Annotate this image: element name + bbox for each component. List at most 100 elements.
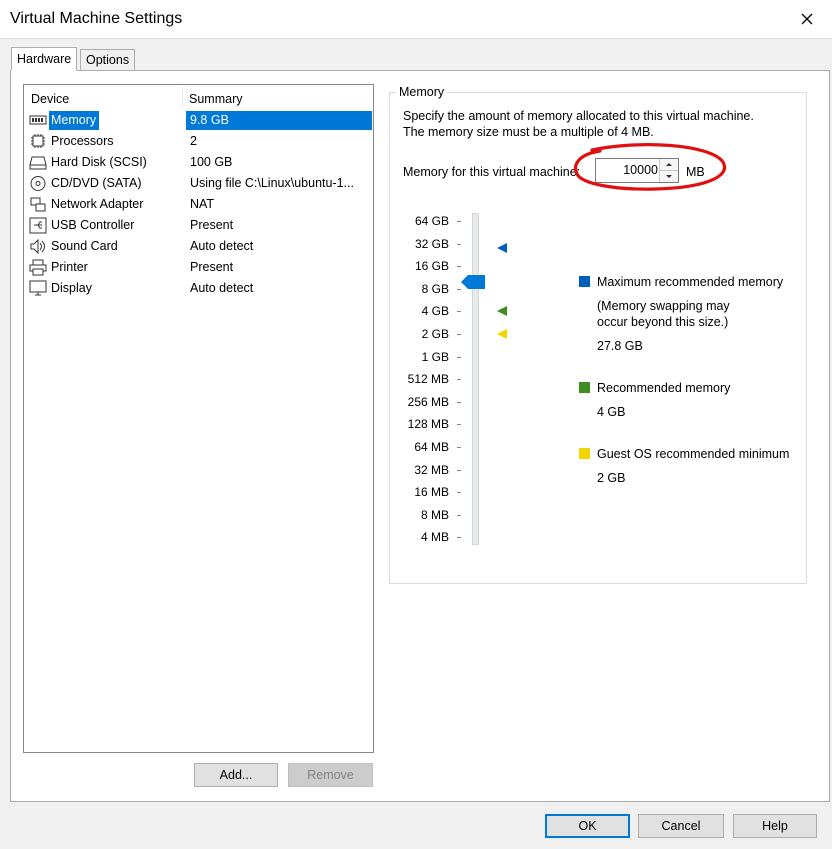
- scale-tick: [457, 492, 461, 494]
- device-summary: 9.8 GB: [186, 111, 372, 130]
- scale-tick: [457, 221, 461, 222]
- memory-description-line2: The memory size must be a multiple of 4 …: [403, 125, 654, 139]
- legend-max-note-line2: occur beyond this size.): [597, 315, 729, 329]
- legend-recommended-value: 4 GB: [597, 405, 626, 419]
- legend-max-label: Maximum recommended memory: [597, 275, 784, 289]
- device-row-sound-card[interactable]: Sound Card Auto detect: [28, 236, 372, 257]
- legend-swatch-max: [579, 276, 590, 287]
- scale-label: 64 GB: [414, 214, 449, 228]
- scale-label: 1 GB: [421, 349, 449, 364]
- speaker-icon: [30, 238, 45, 255]
- device-name: Network Adapter: [51, 197, 144, 211]
- network-adapter-icon: [30, 197, 46, 212]
- column-header-device[interactable]: Device: [31, 92, 69, 106]
- scale-tick: [457, 447, 461, 448]
- scale-label: 128 MB: [407, 417, 449, 432]
- scale-tick: [457, 537, 461, 539]
- device-summary: Auto detect: [190, 281, 254, 295]
- device-name: USB Controller: [51, 218, 135, 232]
- legend-swatch-guest-min: [579, 448, 590, 459]
- device-summary: Using file C:\Linux\ubuntu-1...: [190, 176, 354, 190]
- usb-icon: [29, 217, 47, 234]
- legend-max-value: 27.8 GB: [597, 339, 643, 353]
- legend-max-note-line1: (Memory swapping may: [597, 299, 730, 313]
- memory-group-title: Memory: [396, 85, 448, 99]
- device-row-network-adapter[interactable]: Network Adapter NAT: [28, 194, 372, 215]
- max-recommended-marker: [497, 243, 507, 254]
- device-row-cd-dvd[interactable]: CD/DVD (SATA) Using file C:\Linux\ubuntu…: [28, 173, 372, 194]
- device-name: Sound Card: [51, 239, 118, 253]
- device-list[interactable]: Device Summary Memory 9.8 GB Processors …: [23, 84, 374, 753]
- legend-guest-min-label: Guest OS recommended minimum: [597, 447, 790, 461]
- device-summary: 2: [190, 134, 197, 148]
- close-icon[interactable]: [796, 8, 818, 30]
- scale-label: 8 GB: [421, 281, 449, 296]
- remove-device-button[interactable]: Remove: [288, 763, 373, 787]
- device-name: Processors: [51, 134, 114, 148]
- tab-hardware-label: Hardware: [17, 52, 72, 66]
- device-row-processors[interactable]: Processors 2: [28, 131, 372, 152]
- scale-label: 8 MB: [420, 507, 449, 522]
- scale-label: 32 MB: [414, 462, 449, 477]
- legend-swatch-recommended: [579, 382, 590, 393]
- scale-label: 256 MB: [407, 394, 449, 409]
- cancel-button[interactable]: Cancel: [638, 814, 724, 838]
- cd-dvd-icon: [30, 176, 46, 191]
- memory-description-line1: Specify the amount of memory allocated t…: [403, 109, 754, 123]
- device-row-printer[interactable]: Printer Present: [28, 257, 372, 278]
- device-summary: 100 GB: [190, 155, 233, 169]
- title-bar: Virtual Machine Settings: [0, 0, 832, 38]
- memory-icon: [29, 115, 47, 125]
- device-name: CD/DVD (SATA): [51, 176, 142, 190]
- scale-label: 2 GB: [421, 327, 449, 341]
- guest-min-marker: [497, 329, 507, 339]
- scale-tick: [457, 334, 461, 335]
- legend-recommended-label: Recommended memory: [597, 381, 731, 395]
- device-summary: Present: [190, 260, 234, 274]
- tab-options[interactable]: Options: [80, 49, 136, 71]
- hard-disk-icon: [29, 156, 47, 170]
- scale-tick: [457, 469, 461, 471]
- memory-slider-track[interactable]: [472, 213, 479, 545]
- device-summary: Present: [190, 218, 234, 232]
- tab-options-label: Options: [86, 53, 130, 67]
- scale-tick: [457, 514, 461, 516]
- add-device-button[interactable]: Add...: [194, 763, 278, 787]
- tab-hardware[interactable]: Hardware: [11, 47, 78, 71]
- ok-button[interactable]: OK: [545, 814, 630, 838]
- scale-tick: [457, 424, 461, 426]
- device-row-hard-disk[interactable]: Hard Disk (SCSI) 100 GB: [28, 152, 372, 173]
- scale-label: 512 MB: [407, 372, 449, 387]
- device-row-memory[interactable]: Memory 9.8 GB: [28, 110, 372, 131]
- scale-label: 32 GB: [414, 236, 449, 251]
- device-row-usb-controller[interactable]: USB Controller Present: [28, 215, 372, 236]
- printer-icon: [29, 259, 47, 276]
- scale-tick: [457, 243, 461, 245]
- help-button[interactable]: Help: [733, 814, 817, 838]
- window-title: Virtual Machine Settings: [10, 10, 183, 27]
- scale-label: 64 MB: [414, 440, 449, 454]
- scale-label: 4 MB: [420, 530, 449, 545]
- scale-tick: [457, 266, 461, 268]
- monitor-icon: [29, 280, 47, 296]
- device-name: Display: [51, 281, 92, 295]
- scale-tick: [457, 379, 461, 381]
- device-row-display[interactable]: Display Auto detect: [28, 278, 372, 299]
- device-summary: NAT: [190, 197, 215, 211]
- column-header-summary[interactable]: Summary: [189, 92, 242, 106]
- scale-label: 16 GB: [414, 259, 449, 274]
- device-name: Hard Disk (SCSI): [51, 155, 147, 169]
- device-name: Printer: [51, 260, 88, 274]
- scale-label: 16 MB: [414, 485, 449, 500]
- column-separator[interactable]: [182, 87, 183, 107]
- scale-tick: [457, 311, 461, 313]
- legend-guest-min-value: 2 GB: [597, 471, 626, 485]
- scale-tick: [457, 356, 461, 358]
- scale-label: 4 GB: [421, 304, 449, 319]
- memory-field-label: Memory for this virtual machine:: [403, 165, 581, 179]
- device-list-header: Device Summary: [24, 85, 373, 109]
- memory-slider-thumb[interactable]: [461, 275, 486, 290]
- scale-tick: [457, 401, 461, 403]
- recommended-marker: [497, 306, 507, 317]
- highlight-annotation: [574, 143, 727, 191]
